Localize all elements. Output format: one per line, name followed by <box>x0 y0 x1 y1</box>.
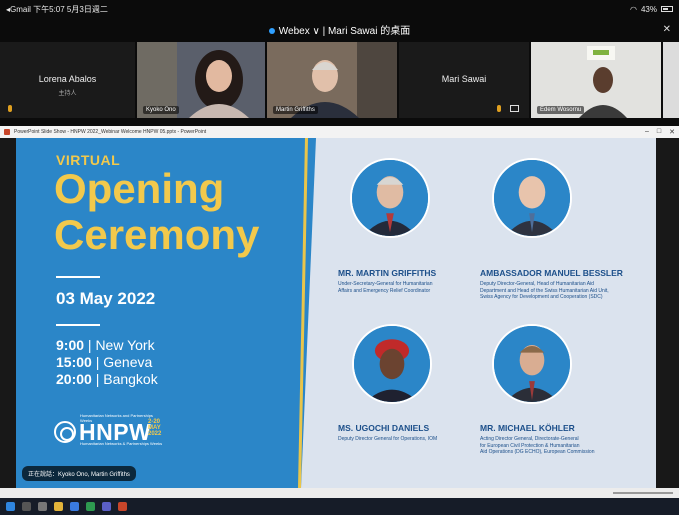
status-left: ◂Gmail 下午5:07 5月3日週二 <box>6 4 108 14</box>
powerpoint-status-bar <box>0 488 679 498</box>
search-icon[interactable] <box>22 502 31 511</box>
speaker-name: MS. UGOCHI DANIELS <box>338 423 430 433</box>
divider <box>56 276 100 278</box>
active-speaker-caption: 正在說話：Kyoko Ono, Martin Griffiths <box>22 466 136 481</box>
time-city: | New York <box>87 337 155 353</box>
webex-window-title[interactable]: Webex ∨ | Mari Sawai 的桌面 <box>0 22 679 37</box>
participant-label: Edem Wosornu <box>537 106 585 114</box>
participant-tile-edem[interactable]: Edem Wosornu <box>531 42 661 118</box>
task-view-icon[interactable] <box>38 502 47 511</box>
time-geneva: 15:00 | Geneva <box>56 354 152 370</box>
time-value: 9:00 <box>56 337 85 353</box>
participant-strip: Lorena Abalos 主持人 Kyoko Ono Martin Griff… <box>0 42 679 118</box>
screen-share-icon <box>510 105 519 112</box>
zoom-slider[interactable] <box>613 492 673 494</box>
speaker-photo-griffiths <box>350 158 430 238</box>
time-new-york: 9:00 | New York <box>56 337 155 353</box>
close-icon[interactable]: ✕ <box>669 128 675 136</box>
slide-title-line2: Ceremony <box>54 211 260 258</box>
time-value: 20:00 <box>56 371 92 387</box>
speaker-photo-bessler <box>492 158 572 238</box>
speaker-role: Under-Secretary-General for Humanitarian… <box>338 281 433 294</box>
participant-name: Mari Sawai <box>441 74 487 84</box>
powerpoint-titlebar: PowerPoint Slide Show - HNPW 2022_Webina… <box>0 126 679 138</box>
participant-tile-more[interactable] <box>663 42 679 118</box>
time-value: 15:00 <box>56 354 92 370</box>
logo-sub-text: Humanitarian Networks & Partnerships Wee… <box>80 441 163 446</box>
speaker-role: Acting Director General, Directorate-Gen… <box>480 436 595 455</box>
participant-label: Kyoko Ono <box>143 106 179 114</box>
participant-label: Martin Griffiths <box>273 106 318 114</box>
status-bar: ◂Gmail 下午5:07 5月3日週二 ◠ 43% <box>0 0 679 18</box>
participant-tile-mari[interactable]: Mari Sawai <box>399 42 529 118</box>
teams-icon[interactable] <box>102 502 111 511</box>
participant-tile-lorena[interactable]: Lorena Abalos 主持人 <box>0 42 135 118</box>
participant-tile-kyoko[interactable]: Kyoko Ono <box>137 42 265 118</box>
speaker-name: AMBASSADOR MANUEL BESSLER <box>480 268 623 278</box>
logo-dates: 2-20 MAY 2022 <box>148 419 162 437</box>
battery-percent: 43% <box>640 4 657 14</box>
participant-role: 主持人 <box>58 91 77 97</box>
powerpoint-icon <box>4 129 10 135</box>
windows-taskbar <box>0 498 679 515</box>
mic-muted-icon <box>497 105 501 112</box>
time-bangkok: 20:00 | Bangkok <box>56 371 158 387</box>
slide-date: 03 May 2022 <box>56 289 156 308</box>
hnpw-logo: Humanitarian Networks and Partnerships W… <box>54 413 164 447</box>
wifi-icon: ◠ <box>630 4 637 14</box>
webex-title-text: Webex ∨ | Mari Sawai 的桌面 <box>278 26 411 37</box>
presentation-slide[interactable]: VIRTUAL Opening Ceremony 03 May 2022 9:0… <box>16 138 656 488</box>
time-city: | Bangkok <box>95 371 158 387</box>
webex-logo-icon <box>268 28 275 35</box>
divider <box>56 324 100 326</box>
battery-icon <box>661 6 673 12</box>
speaker-role: Deputy Director-General, Head of Humanit… <box>480 281 609 300</box>
mic-muted-icon <box>8 105 12 112</box>
slide-area: VIRTUAL Opening Ceremony 03 May 2022 9:0… <box>0 138 679 488</box>
speaker-photo-daniels <box>352 324 432 404</box>
pin-icon[interactable]: ✕ <box>663 24 671 35</box>
start-icon[interactable] <box>6 502 15 511</box>
window-title: PowerPoint Slide Show - HNPW 2022_Webina… <box>14 129 207 135</box>
hnpw-logo-icon <box>54 421 76 443</box>
speaker-role: Deputy Director General for Operations, … <box>338 436 438 442</box>
status-right: ◠ 43% <box>630 5 673 14</box>
speaker-name: MR. MARTIN GRIFFITHS <box>338 268 437 278</box>
participant-name: Lorena Abalos <box>38 74 97 84</box>
window-controls: – □ ✕ <box>645 128 675 136</box>
speaker-name: MR. MICHAEL KÖHLER <box>480 423 575 433</box>
slide-title-line1: Opening <box>54 165 225 212</box>
excel-icon[interactable] <box>86 502 95 511</box>
file-explorer-icon[interactable] <box>54 502 63 511</box>
speaker-photo-kohler <box>492 324 572 404</box>
minimize-icon[interactable]: – <box>645 128 649 136</box>
maximize-icon[interactable]: □ <box>657 128 661 136</box>
browser-icon[interactable] <box>70 502 79 511</box>
powerpoint-taskbar-icon[interactable] <box>118 502 127 511</box>
participant-tile-martin[interactable]: Martin Griffiths <box>267 42 397 118</box>
time-city: | Geneva <box>95 354 153 370</box>
